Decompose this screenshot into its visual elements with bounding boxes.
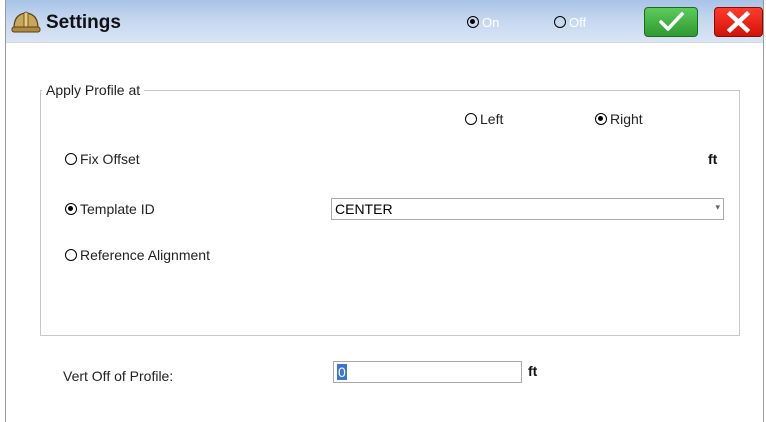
vert-off-label: Vert Off of Profile: bbox=[63, 368, 174, 384]
template-id-radio[interactable]: Template ID bbox=[65, 201, 155, 217]
reference-alignment-radio[interactable]: Reference Alignment bbox=[65, 247, 210, 263]
side-right-label: Right bbox=[610, 111, 643, 127]
radio-left-icon bbox=[465, 113, 477, 125]
reference-alignment-label: Reference Alignment bbox=[80, 247, 210, 263]
radio-off-icon bbox=[554, 16, 566, 28]
template-id-label: Template ID bbox=[80, 201, 155, 217]
side-left-radio[interactable]: Left bbox=[465, 111, 503, 127]
off-radio[interactable]: Off bbox=[554, 14, 586, 30]
template-id-value: CENTER bbox=[335, 201, 393, 217]
template-id-select[interactable]: CENTER ▾ bbox=[331, 198, 724, 220]
side-left-label: Left bbox=[480, 111, 504, 127]
on-radio[interactable]: On bbox=[467, 14, 499, 30]
title-bar: Settings On Off bbox=[6, 0, 763, 43]
radio-fix-offset-icon bbox=[65, 153, 77, 165]
fix-offset-radio[interactable]: Fix Offset bbox=[65, 151, 140, 167]
hard-hat-icon bbox=[11, 11, 41, 33]
fix-offset-unit: ft bbox=[708, 151, 718, 167]
vert-off-value: 0 bbox=[337, 364, 347, 380]
fix-offset-label: Fix Offset bbox=[80, 151, 140, 167]
radio-template-id-icon bbox=[65, 203, 77, 215]
ok-button[interactable] bbox=[644, 7, 698, 37]
radio-right-icon bbox=[595, 113, 607, 125]
close-button[interactable] bbox=[714, 7, 763, 37]
window-title: Settings bbox=[46, 12, 121, 33]
settings-window: Settings On Off Apply Profile at Left Ri… bbox=[5, 0, 764, 422]
side-right-radio[interactable]: Right bbox=[595, 111, 643, 127]
x-icon bbox=[726, 10, 751, 34]
apply-profile-legend: Apply Profile at bbox=[42, 82, 145, 98]
checkmark-icon bbox=[659, 12, 684, 31]
on-label: On bbox=[482, 14, 500, 30]
off-label: Off bbox=[569, 14, 587, 30]
radio-on-icon bbox=[467, 16, 479, 28]
vert-off-unit: ft bbox=[528, 363, 538, 379]
radio-reference-alignment-icon bbox=[65, 249, 77, 261]
vert-off-input[interactable]: 0 bbox=[333, 361, 522, 383]
dropdown-arrow-icon: ▾ bbox=[715, 202, 720, 212]
